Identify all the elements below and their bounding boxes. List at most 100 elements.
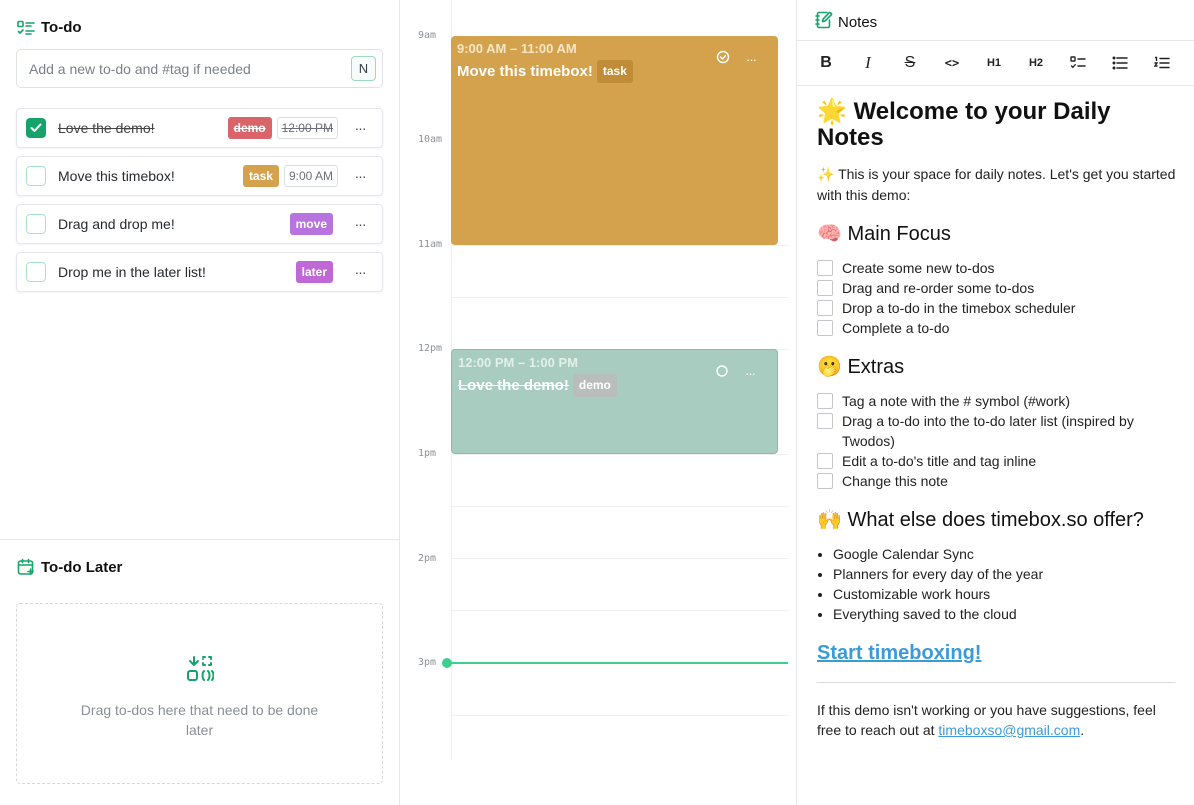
notes-title: Notes [838, 13, 878, 31]
todo-item[interactable]: Love the demo! demo 12:00 PM ··· [16, 108, 383, 148]
notes-panel: Notes B I S <> H1 H2 🌟 Welcome to your D… [797, 0, 1194, 805]
section-divider [0, 539, 399, 540]
new-todo-input[interactable] [29, 60, 351, 77]
timebox-tag[interactable]: task [596, 60, 633, 83]
todo-later-title: To-do Later [41, 558, 123, 576]
note-section-title: 🫢 Extras [817, 354, 905, 378]
note-task-item[interactable]: Drop a to-do in the timebox scheduler [817, 298, 1177, 318]
note-intro: ✨ This is your space for daily notes. Le… [817, 166, 1176, 203]
todo-checkbox[interactable] [26, 166, 46, 186]
todo-tag[interactable]: demo [227, 117, 272, 139]
note-task-checkbox[interactable] [817, 453, 833, 469]
note-task-checkbox[interactable] [817, 280, 833, 296]
note-editor[interactable]: 🌟 Welcome to your Daily Notes ✨ This is … [817, 98, 1177, 740]
todo-item[interactable]: Drag and drop me! move ··· [16, 204, 383, 244]
todo-title-text[interactable]: Move this timebox! [58, 168, 243, 184]
todo-later-dropzone[interactable]: Drag to-dos here that need to be done la… [16, 603, 383, 784]
todo-header: To-do [17, 19, 82, 36]
todo-item[interactable]: Drop me in the later list! later ··· [16, 252, 383, 292]
list-item: Customizable work hours [833, 584, 1177, 604]
current-time-dot [442, 658, 452, 668]
bullet-list-button[interactable] [1108, 51, 1132, 75]
numbered-list-icon [1154, 56, 1170, 69]
notes-toolbar: B I S <> H1 H2 [797, 40, 1194, 86]
schedule-grid-line [451, 506, 788, 507]
todo-checkbox[interactable] [26, 214, 46, 234]
timebox-title[interactable]: Love the demo! [458, 377, 569, 394]
heading1-button[interactable]: H1 [982, 51, 1006, 75]
notes-header: Notes [815, 11, 877, 33]
code-button[interactable]: <> [940, 51, 964, 75]
schedule-grid-line [451, 297, 788, 298]
note-section-title: 🙌 What else does timebox.so offer? [817, 507, 1144, 531]
note-task-item[interactable]: Tag a note with the # symbol (#work) [817, 391, 1177, 411]
schedule-grid-line [451, 245, 788, 246]
tasklist-button[interactable] [1066, 51, 1090, 75]
sun-emoji-icon: 🌟 [817, 97, 847, 125]
more-options-icon[interactable]: ··· [745, 367, 756, 380]
hour-label: 12pm [418, 343, 443, 354]
todo-tag[interactable]: task [242, 165, 279, 187]
schedule-grid-line [451, 610, 788, 611]
note-task-checkbox[interactable] [817, 300, 833, 316]
heading2-button[interactable]: H2 [1024, 51, 1048, 75]
start-timeboxing-link[interactable]: Start timeboxing! [817, 642, 981, 665]
notebook-pen-icon [815, 11, 833, 33]
note-task-checkbox[interactable] [817, 393, 833, 409]
timebox-task[interactable]: 9:00 AM – 11:00 AM Move this timebox! ta… [451, 36, 778, 245]
current-time-line [447, 662, 788, 664]
more-options-icon[interactable]: ··· [348, 168, 372, 184]
schedule-grid-line [451, 454, 788, 455]
todo-tag[interactable]: later [295, 261, 333, 283]
numbered-list-button[interactable] [1150, 51, 1174, 75]
note-task-checkbox[interactable] [817, 320, 833, 336]
hour-label: 10am [418, 134, 443, 145]
new-todo-field[interactable]: N [16, 49, 383, 88]
more-options-icon[interactable]: ··· [746, 53, 757, 66]
timebox-tag[interactable]: demo [572, 374, 617, 397]
todo-time-chip: 9:00 AM [283, 165, 338, 187]
shortcut-key-badge: N [351, 56, 376, 81]
more-options-icon[interactable]: ··· [348, 216, 372, 232]
raised-hands-emoji-icon: 🙌 [817, 507, 842, 531]
strikethrough-button[interactable]: S [898, 51, 922, 75]
note-task-item[interactable]: Create some new to-dos [817, 258, 1177, 278]
note-task-item[interactable]: Complete a to-do [817, 318, 1177, 338]
hour-label: 2pm [418, 553, 437, 564]
complete-circle-icon[interactable] [715, 364, 729, 383]
calendar-plus-icon [17, 558, 35, 576]
schedule-grid-line [451, 715, 788, 716]
todo-title-text[interactable]: Love the demo! [58, 120, 228, 136]
note-footer: If this demo isn't working or you have s… [817, 702, 1156, 738]
complete-check-icon[interactable] [716, 50, 730, 69]
more-options-icon[interactable]: ··· [348, 264, 372, 280]
note-task-checkbox[interactable] [817, 413, 833, 429]
hour-label: 11am [418, 239, 443, 250]
dropzone-hint: Drag to-dos here that need to be done la… [80, 702, 319, 738]
timebox-title[interactable]: Move this timebox! [457, 63, 593, 80]
hour-label: 9am [418, 30, 437, 41]
todo-checkbox[interactable] [26, 262, 46, 282]
face-emoji-icon: 🫢 [817, 354, 842, 378]
checklist-icon [1070, 56, 1086, 69]
todo-tag[interactable]: move [289, 213, 333, 235]
bold-button[interactable]: B [814, 51, 838, 75]
list-item: Everything saved to the cloud [833, 604, 1177, 624]
list-item: Google Calendar Sync [833, 544, 1177, 564]
note-task-item[interactable]: Change this note [817, 471, 1177, 491]
todo-title-text[interactable]: Drop me in the later list! [58, 264, 296, 280]
todo-later-header: To-do Later [17, 558, 122, 576]
note-task-checkbox[interactable] [817, 473, 833, 489]
note-task-item[interactable]: Drag and re-order some to-dos [817, 278, 1177, 298]
todo-item[interactable]: Move this timebox! task 9:00 AM ··· [16, 156, 383, 196]
email-link[interactable]: timeboxso@gmail.com [938, 722, 1080, 738]
list-item: Planners for every day of the year [833, 564, 1177, 584]
more-options-icon[interactable]: ··· [348, 120, 372, 136]
italic-button[interactable]: I [856, 51, 880, 75]
note-task-item[interactable]: Edit a to-do's title and tag inline [817, 451, 1177, 471]
note-task-item[interactable]: Drag a to-do into the to-do later list (… [817, 411, 1177, 451]
note-task-checkbox[interactable] [817, 260, 833, 276]
todo-title-text[interactable]: Drag and drop me! [58, 216, 290, 232]
timebox-demo[interactable]: 12:00 PM – 1:00 PM Love the demo! demo ·… [451, 349, 778, 454]
todo-checkbox[interactable] [26, 118, 46, 138]
